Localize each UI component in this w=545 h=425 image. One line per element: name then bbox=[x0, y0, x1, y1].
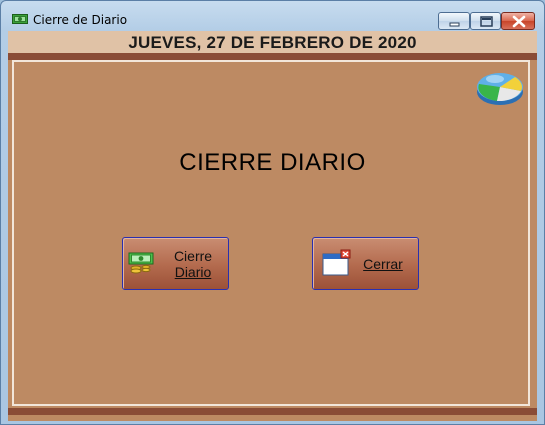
cierre-diario-button[interactable]: Cierre Diario bbox=[122, 237, 229, 290]
cierre-diario-label: Cierre Diario bbox=[167, 248, 219, 280]
date-bar: JUEVES, 27 DE FEBRERO DE 2020 bbox=[8, 31, 537, 53]
close-window-icon bbox=[322, 249, 352, 282]
main-panel bbox=[12, 60, 530, 406]
close-icon bbox=[512, 15, 526, 28]
cerrar-button[interactable]: Cerrar bbox=[312, 237, 419, 290]
cerrar-label: Cerrar bbox=[361, 256, 405, 272]
close-button[interactable] bbox=[501, 12, 535, 30]
top-divider bbox=[8, 53, 537, 60]
pie-chart-icon bbox=[475, 67, 525, 109]
bottom-divider bbox=[8, 408, 537, 415]
minimize-icon bbox=[449, 22, 460, 27]
minimize-button[interactable] bbox=[438, 12, 470, 30]
title-bar[interactable]: Cierre de Diario bbox=[1, 1, 544, 31]
application-window: Cierre de Diario JUEVES, 27 DE FEBRERO D… bbox=[0, 0, 545, 425]
window-title: Cierre de Diario bbox=[33, 13, 128, 27]
money-icon bbox=[127, 252, 157, 281]
date-label: JUEVES, 27 DE FEBRERO DE 2020 bbox=[128, 33, 417, 52]
app-money-icon bbox=[12, 12, 28, 26]
maximize-button[interactable] bbox=[470, 12, 501, 30]
cierre-label-line1: Cierre bbox=[173, 248, 213, 264]
page-title: CIERRE DIARIO bbox=[179, 149, 366, 176]
maximize-icon bbox=[480, 16, 493, 27]
client-area: JUEVES, 27 DE FEBRERO DE 2020 CIERRE DIA… bbox=[8, 31, 537, 421]
cerrar-label-text: Cerrar bbox=[363, 256, 403, 272]
cierre-label-line2: Diario bbox=[174, 264, 212, 280]
